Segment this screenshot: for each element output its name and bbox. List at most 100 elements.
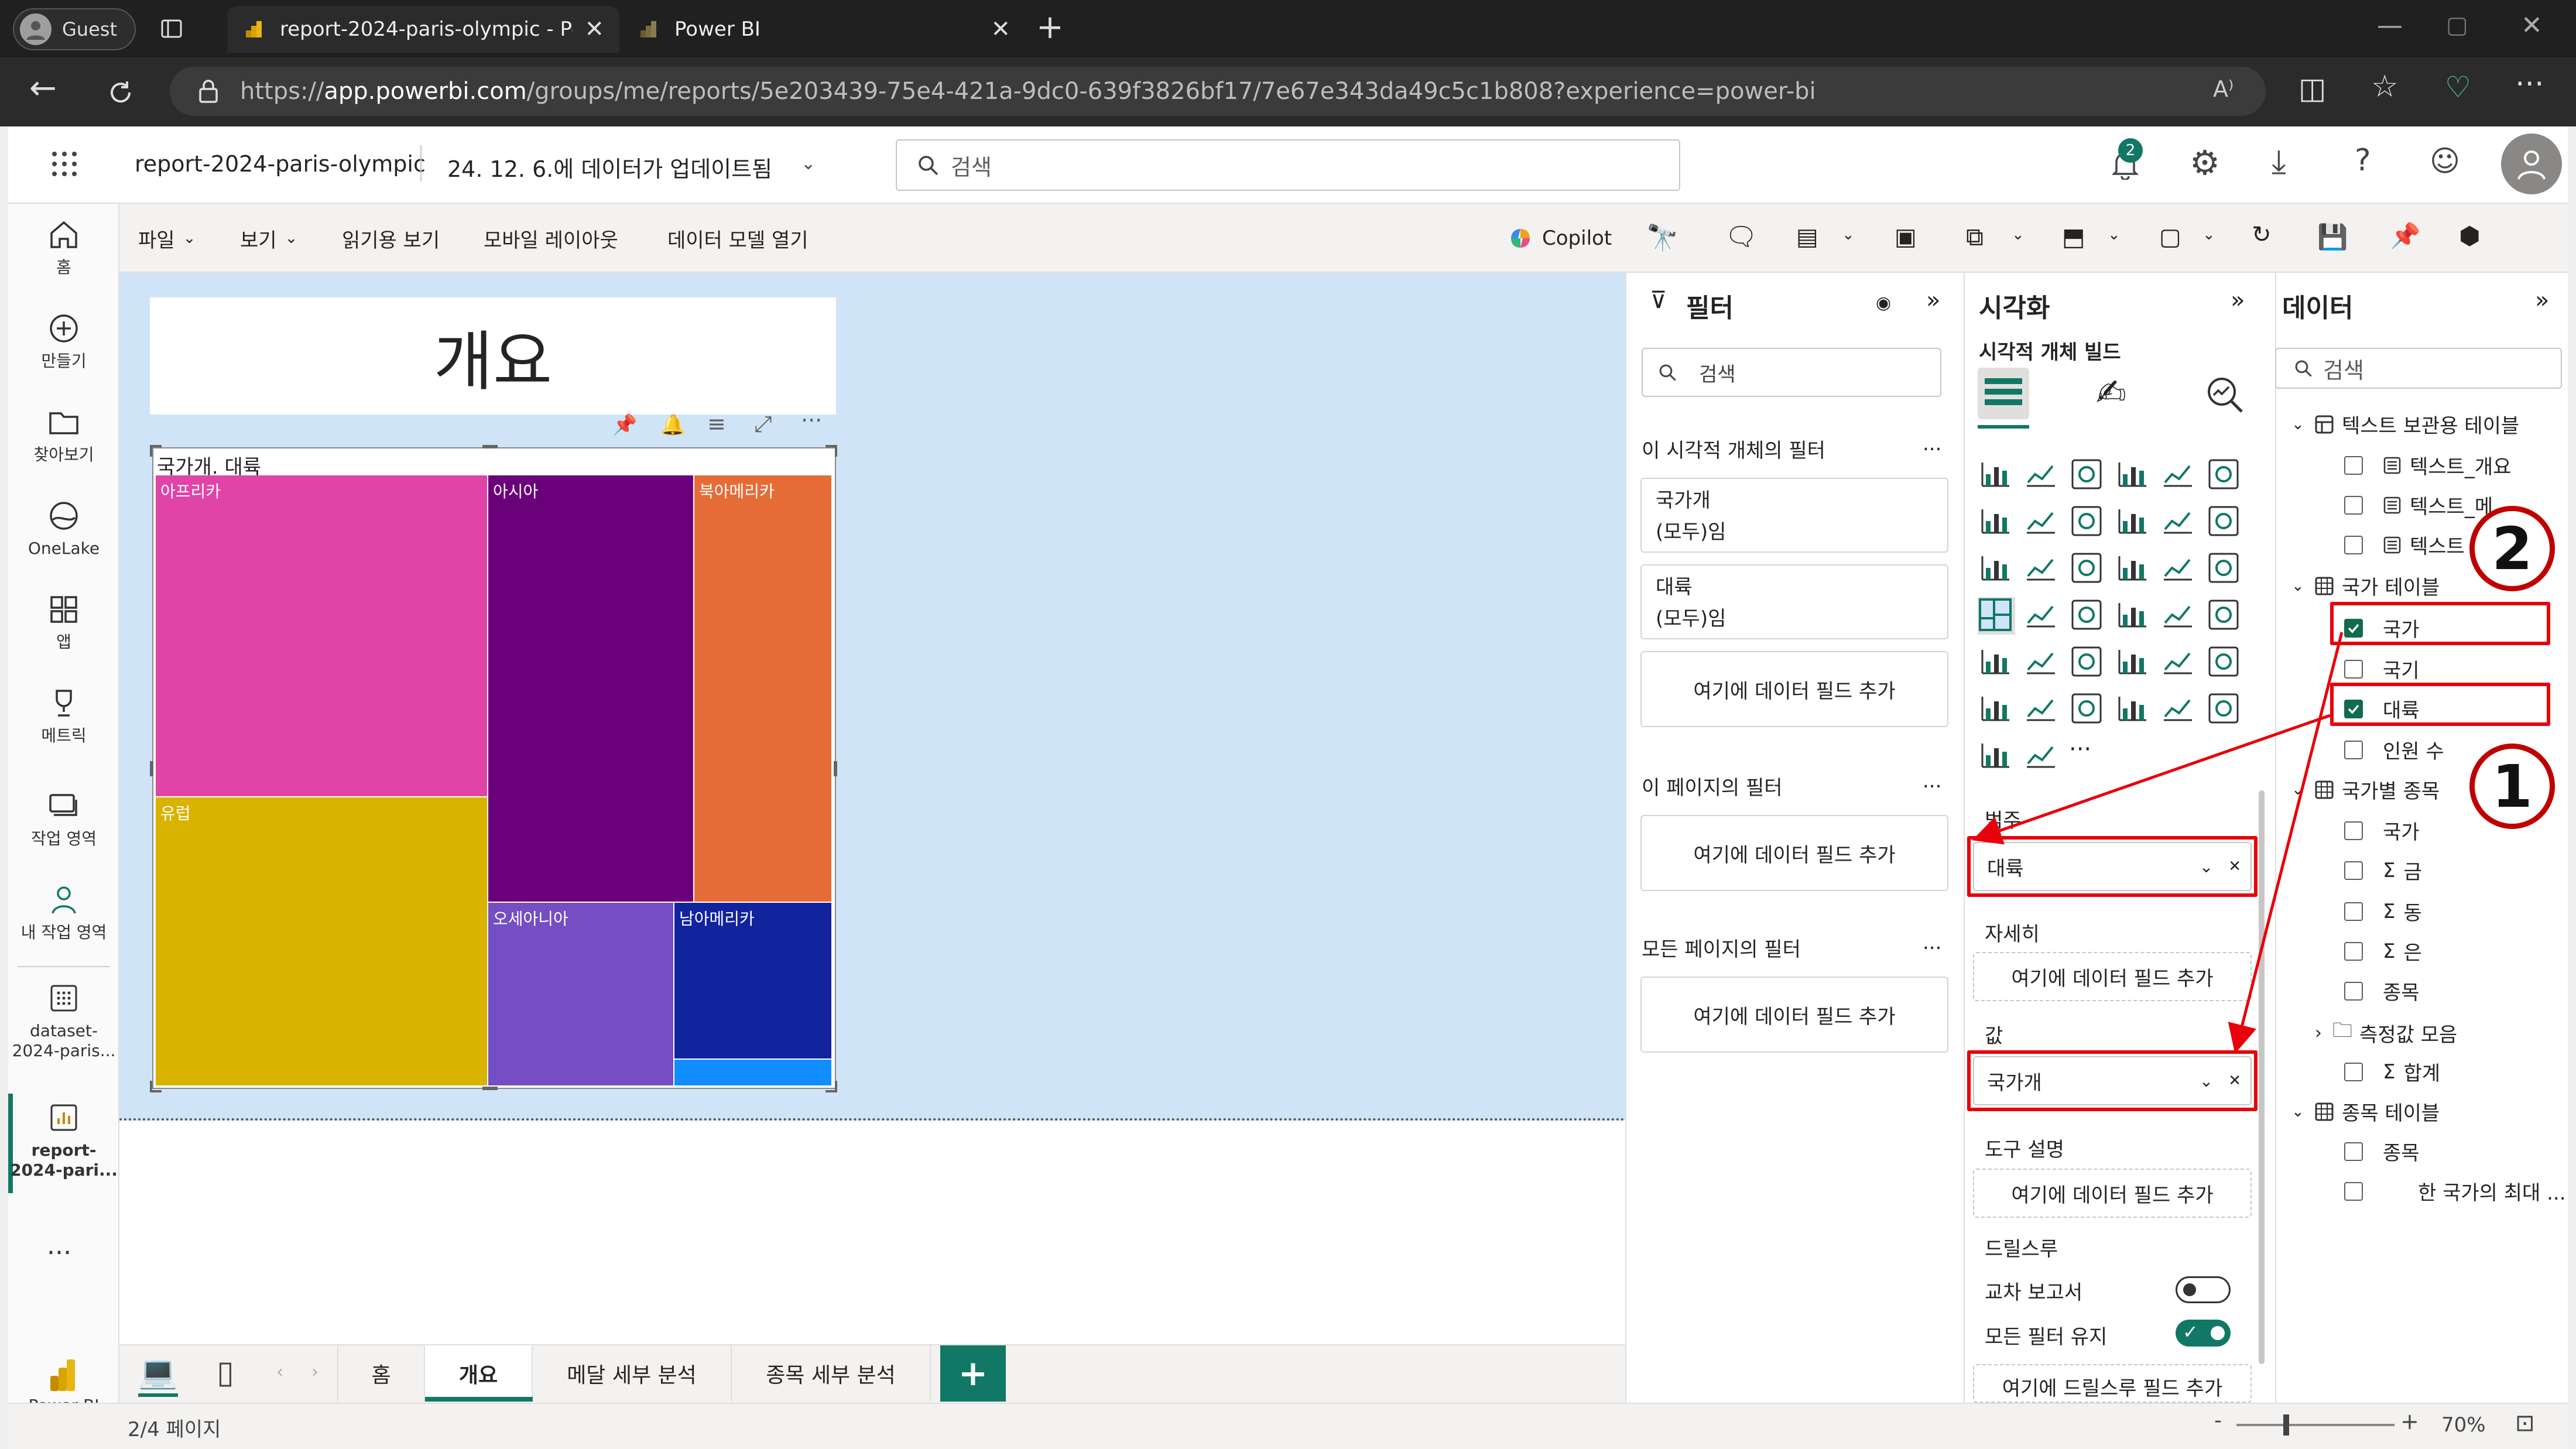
field-checkbox[interactable] — [2344, 1142, 2363, 1161]
tooltips-add-field[interactable]: 여기에 데이터 필드 추가 — [1973, 1169, 2252, 1218]
desktop-layout-icon[interactable]: 💻 — [138, 1354, 177, 1391]
settings-more-icon[interactable]: ··· — [2515, 67, 2544, 102]
cross-report-toggle[interactable] — [2176, 1276, 2231, 1303]
resize-handle[interactable] — [150, 761, 153, 776]
line-column-icon[interactable] — [2206, 503, 2243, 541]
resize-handle[interactable] — [482, 445, 498, 448]
nav-my-workspace[interactable]: 내 작업 영역 — [8, 883, 119, 943]
view-menu[interactable]: 보기 ⌄ — [240, 215, 297, 261]
settings-icon[interactable]: ⚙ — [2190, 143, 2220, 183]
collapse-data-icon[interactable]: » — [2535, 287, 2549, 314]
page-title[interactable]: 개요 — [150, 297, 836, 415]
more-options-icon[interactable]: ··· — [801, 407, 822, 433]
collapse-filters-icon[interactable]: » — [1926, 287, 1940, 314]
line-stacked-column-icon[interactable] — [1978, 550, 2015, 588]
fit-page-icon[interactable]: ⊡ — [2515, 1410, 2535, 1437]
open-data-model-button[interactable]: 데이터 모델 열기 — [667, 215, 809, 261]
help-icon[interactable]: ? — [2355, 143, 2371, 178]
favorites-icon[interactable]: ☆ — [2371, 69, 2399, 104]
resize-handle[interactable] — [482, 1087, 498, 1090]
area-chart-icon[interactable] — [2023, 503, 2061, 541]
field-row[interactable]: 텍스트_개요 — [2344, 451, 2511, 479]
refresh-visual-icon[interactable]: ↻ — [2252, 221, 2272, 248]
nav-dataset[interactable]: dataset- 2024-paris... — [8, 981, 119, 1061]
download-icon[interactable]: ⤓ — [2272, 143, 2286, 181]
reading-view-button[interactable]: 읽기용 보기 — [342, 215, 440, 261]
tab-actions-icon[interactable] — [157, 14, 186, 43]
close-tab-icon[interactable]: ✕ — [584, 16, 604, 43]
build-visual-tab[interactable] — [1978, 368, 2029, 419]
url-field[interactable]: https://app.powerbi.com/groups/me/report… — [170, 67, 2266, 116]
treemap-tile[interactable]: 아시아 — [488, 475, 693, 902]
maximize-icon[interactable]: ▢ — [2446, 12, 2468, 39]
alert-icon[interactable]: 🔔 — [660, 413, 685, 437]
eye-icon[interactable]: ◉ — [1876, 293, 1891, 313]
field-checkbox[interactable] — [2344, 495, 2363, 515]
add-page-filter-field[interactable]: 여기에 데이터 필드 추가 — [1640, 815, 1948, 891]
save-icon[interactable]: 💾 — [2317, 222, 2348, 252]
zoom-slider-thumb[interactable] — [2283, 1414, 2289, 1436]
new-tab-icon[interactable]: + — [1036, 8, 1064, 46]
report-name[interactable]: report-2024-paris-olympic — [135, 151, 426, 177]
binoculars-icon[interactable]: 🔭 — [1646, 222, 1678, 253]
nav-report[interactable]: report- 2024-pari... — [8, 1101, 119, 1180]
subscribe-icon[interactable]: ▤ — [1796, 224, 1818, 251]
edit-icon[interactable]: ▢ — [2159, 224, 2181, 251]
add-all-pages-filter-field[interactable]: 여기에 데이터 필드 추가 — [1640, 977, 1948, 1053]
treemap-tile[interactable]: 북아메리카 — [694, 475, 831, 902]
treemap-tile[interactable]: 남아메리카 — [674, 903, 831, 1059]
field-checkbox[interactable] — [2344, 535, 2363, 554]
page-tab-overview[interactable]: 개요 — [425, 1345, 533, 1402]
data-search-input[interactable]: 검색 — [2275, 348, 2562, 389]
analytics-icon[interactable] — [2202, 372, 2247, 417]
comment-icon[interactable]: 🗨 — [1725, 221, 1758, 252]
field-row[interactable]: 종목 — [2344, 1137, 2420, 1166]
resize-handle[interactable] — [825, 1081, 837, 1092]
table-text-storage[interactable]: ⌄ 텍스트 보관용 테이블 — [2291, 410, 2519, 439]
export-icon[interactable]: ⬒ — [2062, 222, 2085, 251]
read-aloud-icon[interactable]: A⁾ — [2213, 76, 2234, 102]
clustered-bar-icon[interactable] — [2069, 457, 2106, 494]
browser-essentials-icon[interactable]: ♡ — [2445, 70, 2471, 104]
filter-card-country-count[interactable]: 국가개 (모두)임 — [1640, 478, 1948, 553]
back-icon[interactable]: ← — [29, 69, 57, 107]
100-column-icon[interactable] — [2206, 457, 2243, 494]
field-row[interactable]: 한 국가의 최대 ... — [2344, 1177, 2566, 1205]
waterfall-icon[interactable] — [2160, 503, 2198, 541]
stacked-bar-icon[interactable] — [1978, 457, 2015, 494]
user-avatar[interactable] — [2501, 133, 2562, 194]
notes-icon[interactable]: ▣ — [1895, 224, 1917, 251]
prev-page-icon[interactable]: ‹ — [276, 1362, 283, 1382]
profile-button[interactable]: Guest — [13, 8, 136, 50]
filter-visual-icon[interactable]: ≡ — [707, 411, 726, 437]
more-options-icon[interactable]: ... — [1923, 432, 1941, 455]
treemap-tile[interactable]: 아프리카 — [156, 475, 487, 796]
split-screen-icon[interactable]: ◫ — [2298, 71, 2326, 105]
nav-apps[interactable]: 앱 — [8, 592, 119, 652]
updated-status[interactable]: 24. 12. 6.에 데이터가 업데이트됨 — [447, 151, 772, 183]
mobile-layout-button[interactable]: 모바일 레이아웃 — [484, 215, 618, 261]
mobile-layout-icon[interactable]: ▯ — [217, 1354, 234, 1390]
nav-metrics[interactable]: 메트릭 — [8, 686, 119, 746]
chevron-down-icon[interactable]: ⌄ — [801, 153, 816, 174]
scatter-icon[interactable] — [2115, 550, 2152, 588]
nav-more-icon[interactable]: ... — [47, 1231, 71, 1260]
global-search-input[interactable]: 검색 — [896, 139, 1680, 191]
nav-home[interactable]: 홈 — [8, 218, 119, 278]
add-visual-filter-field[interactable]: 여기에 데이터 필드 추가 — [1640, 651, 1948, 727]
resize-handle[interactable] — [834, 761, 837, 776]
stacked-area-icon[interactable] — [2069, 503, 2106, 541]
chevron-down-icon[interactable]: ⌄ — [2202, 226, 2215, 244]
pin-icon[interactable]: 📌 — [2390, 221, 2420, 251]
zoom-slider[interactable] — [2236, 1424, 2395, 1426]
add-page-button[interactable]: + — [940, 1345, 1006, 1402]
chevron-down-icon[interactable]: ⌄ — [2108, 226, 2121, 244]
filter-card-continent[interactable]: 대륙 (모두)임 — [1640, 564, 1948, 639]
zoom-in-icon[interactable]: + — [2400, 1409, 2419, 1434]
nav-create[interactable]: 만들기 — [8, 311, 119, 371]
treemap-tile[interactable]: 유럽 — [156, 797, 487, 1085]
ribbon-chart-icon[interactable] — [2115, 503, 2152, 541]
app-launcher-icon[interactable] — [47, 146, 82, 181]
zoom-out-icon[interactable]: - — [2214, 1409, 2222, 1433]
keep-filters-toggle[interactable]: ✓ — [2176, 1320, 2231, 1347]
